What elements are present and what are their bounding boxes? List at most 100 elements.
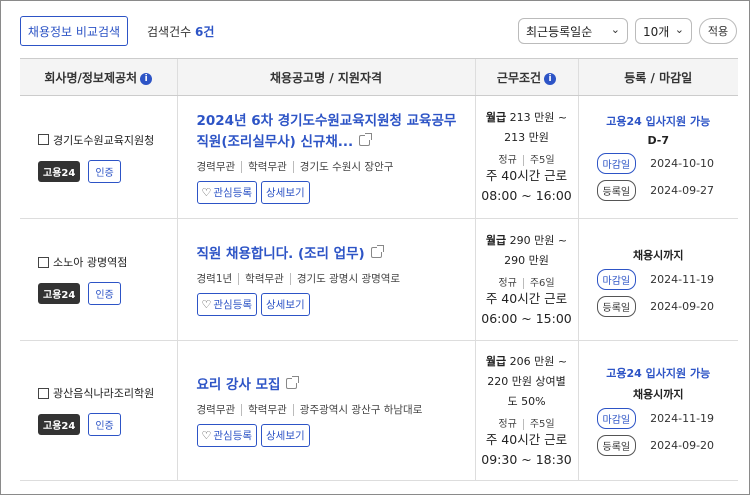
job-title: 2024년 6차 경기도수원교육지원청 교육공무직원(조리실무사) 신규채... — [196, 112, 457, 150]
weekly-hours: 주 40시간 근로 — [485, 168, 568, 183]
job-title: 요리 강사 모집 — [196, 376, 281, 393]
deadline-status: 채용시까지 — [632, 388, 684, 401]
pay-range-end: 220 만원 상여별 — [487, 374, 566, 388]
per-page-select[interactable]: 10개 ⌄ — [635, 18, 692, 44]
job-meta: 경력1년 학력무관 경기도 광명시 광명역로 — [197, 271, 467, 286]
company-name: 광산음식나라조리학원 — [53, 387, 155, 400]
chevron-down-icon: ⌄ — [674, 23, 684, 36]
result-count-label: 검색건수 — [147, 25, 192, 39]
external-link-icon — [286, 375, 300, 389]
dates-cell: 채용시까지 마감일 2024-11-19 등록일 2024-09-20 — [577, 218, 738, 341]
per-page-select-value: 10개 — [643, 24, 670, 39]
job-title-link[interactable]: 2024년 6차 경기도수원교육지원청 교육공무직원(조리실무사) 신규채... — [197, 111, 467, 153]
conditions-cell: 월급 213 만원 ~ 213 만원 정규 주5일 주 40시간 근로 08:00… — [474, 95, 578, 219]
sort-select-value: 최근등록일순 — [526, 24, 593, 39]
row-checkbox[interactable] — [38, 387, 49, 399]
registered-date: 2024-09-27 — [650, 184, 715, 197]
detail-button[interactable]: 상세보기 — [261, 292, 310, 316]
source-badge: 고용24 — [38, 414, 81, 435]
cert-button[interactable]: 인증 — [88, 282, 121, 305]
interest-button[interactable]: ♡ 관심등록 — [196, 292, 258, 316]
cert-button[interactable]: 인증 — [88, 413, 121, 436]
header-conditions-label: 근무조건 — [496, 70, 542, 85]
registered-date: 2024-09-20 — [650, 300, 715, 313]
apply-available: 고용24 입사지원 가능 — [606, 115, 711, 128]
info-icon[interactable]: i — [140, 72, 153, 85]
result-count: 검색건수 6건 — [147, 23, 214, 40]
chevron-down-icon: ⌄ — [610, 23, 620, 36]
deadline-status: D-7 — [647, 134, 670, 147]
detail-button[interactable]: 상세보기 — [261, 180, 310, 204]
work-time: 06:00 ~ 15:00 — [481, 310, 572, 326]
compare-search-button[interactable]: 채용정보 비교검색 — [20, 16, 128, 46]
table-row: 광산음식나라조리학원 고용24 인증 요리 강사 모집 경력무관 학력무관 광주광역시… — [20, 340, 738, 481]
heart-icon: ♡ — [201, 428, 212, 442]
job-cell: 요리 강사 모집 경력무관 학력무관 광주광역시 광산구 하남대로 ♡ 관심등록 상세보… — [176, 340, 475, 481]
interest-label: 관심등록 — [213, 186, 253, 199]
conditions-cell: 월급 206 만원 ~ 220 만원 상여별 도 50% 정규 주5일 주 40시… — [474, 340, 578, 481]
work-time: 09:30 ~ 18:30 — [481, 451, 572, 467]
employment-type: 정규 — [498, 418, 517, 430]
education-req: 학력무관 — [238, 272, 284, 285]
work-days: 주6일 — [522, 277, 555, 289]
interest-button[interactable]: ♡ 관심등록 — [196, 180, 258, 204]
company-name: 경기도수원교육지원청 — [53, 133, 155, 147]
pay-bonus: 도 50% — [507, 394, 546, 408]
career-req: 경력1년 — [196, 272, 233, 285]
company-cell: 광산음식나라조리학원 고용24 인증 — [20, 340, 177, 481]
job-meta: 경력무관 학력무관 광주광역시 광산구 하남대로 — [197, 402, 467, 417]
job-title-link[interactable]: 요리 강사 모집 — [197, 375, 467, 396]
dates-cell: 고용24 입사지원 가능 채용시까지 마감일 2024-11-19 등록일 2024… — [577, 340, 738, 481]
work-location: 경기도 수원시 장안구 — [292, 160, 394, 173]
deadline-date: 2024-11-19 — [650, 412, 715, 425]
registered-badge: 등록일 — [596, 435, 637, 456]
pay-range-end: 290 만원 — [504, 253, 549, 267]
header-job-label: 채용공고명 / 지원자격 — [269, 70, 383, 85]
work-days: 주5일 — [522, 418, 555, 430]
header-company: 회사명/정보제공처 i — [20, 58, 177, 96]
conditions-cell: 월급 290 만원 ~ 290 만원 정규 주6일 주 40시간 근로 06:00… — [474, 218, 578, 341]
external-link-icon — [359, 132, 373, 146]
table-header-row: 회사명/정보제공처 i 채용공고명 / 지원자격 근무조건 i 등록 / 마감일 — [20, 58, 738, 96]
heart-icon: ♡ — [201, 185, 212, 199]
pay-type: 월급 — [485, 111, 507, 124]
sort-select[interactable]: 최근등록일순 ⌄ — [518, 18, 628, 44]
job-title: 직원 채용합니다. (조리 업무) — [196, 245, 365, 262]
dates-cell: 고용24 입사지원 가능 D-7 마감일 2024-10-10 등록일 2024-0… — [577, 95, 738, 219]
deadline-badge: 마감일 — [596, 408, 637, 429]
work-location: 경기도 광명시 광명역로 — [289, 272, 401, 285]
job-title-link[interactable]: 직원 채용합니다. (조리 업무) — [197, 244, 467, 265]
job-meta: 경력무관 학력무관 경기도 수원시 장안구 — [197, 159, 467, 174]
apply-button[interactable]: 적용 — [699, 18, 737, 44]
job-cell: 2024년 6차 경기도수원교육지원청 교육공무직원(조리실무사) 신규채...… — [176, 95, 475, 219]
registered-badge: 등록일 — [596, 180, 637, 201]
registered-date: 2024-09-20 — [650, 439, 715, 452]
company-cell: 소노아 광명역점 고용24 인증 — [20, 218, 177, 341]
pay-range-end: 213 만원 — [504, 131, 549, 144]
job-table: 회사명/정보제공처 i 채용공고명 / 지원자격 근무조건 i 등록 / 마감일 경… — [20, 58, 738, 481]
toolbar: 채용정보 비교검색 검색건수 6건 최근등록일순 ⌄ 10개 ⌄ 적용 — [0, 0, 748, 58]
cert-button[interactable]: 인증 — [88, 159, 121, 183]
row-checkbox[interactable] — [38, 134, 49, 145]
source-badge: 고용24 — [38, 160, 81, 182]
header-dates: 등록 / 마감일 — [577, 58, 738, 96]
interest-label: 관심등록 — [213, 298, 253, 311]
deadline-badge: 마감일 — [596, 269, 637, 290]
header-conditions: 근무조건 i — [474, 58, 578, 96]
weekly-hours: 주 40시간 근로 — [485, 290, 568, 306]
info-icon[interactable]: i — [544, 72, 557, 85]
education-req: 학력무관 — [241, 160, 287, 173]
detail-button[interactable]: 상세보기 — [261, 423, 310, 447]
employment-type: 정규 — [498, 277, 517, 289]
interest-button[interactable]: ♡ 관심등록 — [196, 423, 258, 447]
source-badge: 고용24 — [38, 283, 81, 304]
header-dates-label: 등록 / 마감일 — [624, 70, 693, 85]
pay-type: 월급 — [485, 233, 507, 247]
employment-type: 정규 — [498, 155, 517, 166]
header-job: 채용공고명 / 지원자격 — [176, 58, 475, 96]
row-checkbox[interactable] — [38, 256, 49, 268]
table-row: 경기도수원교육지원청 고용24 인증 2024년 6차 경기도수원교육지원청 교육… — [20, 95, 738, 219]
career-req: 경력무관 — [196, 160, 236, 173]
heart-icon: ♡ — [201, 297, 212, 311]
deadline-status: 채용시까지 — [632, 249, 684, 262]
